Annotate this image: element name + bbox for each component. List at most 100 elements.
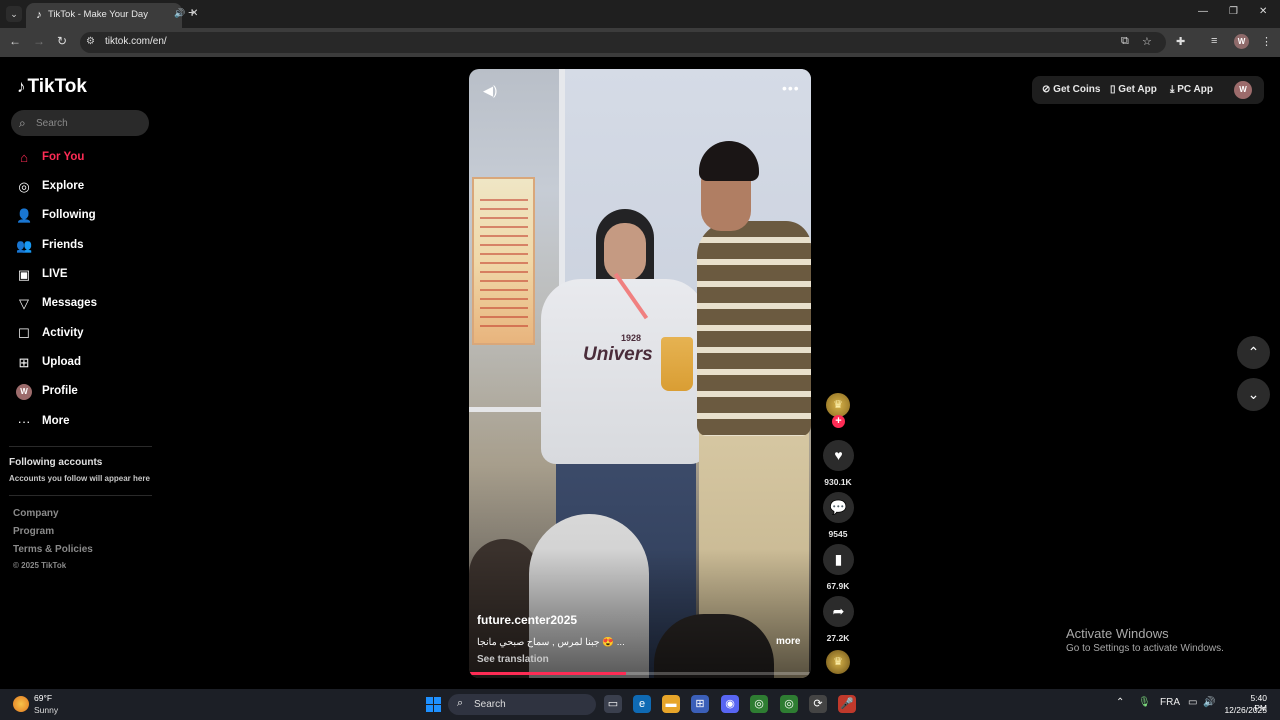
see-translation-link[interactable]: See translation	[477, 654, 549, 665]
share-button[interactable]: ➦	[823, 596, 854, 627]
address-bar[interactable]: ⚙ tiktok.com/en/	[80, 32, 1166, 53]
following-accounts-title: Following accounts	[9, 457, 103, 468]
weather-temperature[interactable]: 69°F	[34, 693, 52, 703]
tiktok-favicon-icon: ♪	[36, 9, 42, 21]
chrome-icon[interactable]: ◎	[750, 695, 768, 713]
previous-video-button[interactable]: ⌃	[1237, 336, 1270, 369]
upload-icon: ⊞	[18, 355, 30, 370]
share-icon: ➦	[832, 603, 845, 619]
tab-audio-icon[interactable]: 🔊	[174, 8, 185, 19]
edge-icon[interactable]: e	[633, 695, 651, 713]
windows-start-icon[interactable]	[426, 697, 441, 712]
download-icon: ⤓	[1170, 84, 1175, 95]
next-video-button[interactable]: ⌄	[1237, 378, 1270, 411]
weather-icon[interactable]	[13, 696, 29, 712]
sidebar-item-explore[interactable]: ◎ Explore	[16, 178, 146, 198]
browser-menu-icon[interactable]: ⋮	[1261, 35, 1272, 48]
store-icon[interactable]: ⊞	[691, 695, 709, 713]
sidebar-item-activity[interactable]: ☐ Activity	[16, 325, 146, 345]
task-view-icon[interactable]: ▭	[604, 695, 622, 713]
heart-icon: ♥	[834, 447, 843, 463]
browser-tab[interactable]: ♪ TikTok - Make Your Day 🔊 ✕	[26, 3, 198, 28]
browser-profile-avatar[interactable]: W	[1234, 34, 1249, 49]
footer-link-company[interactable]: Company	[13, 508, 59, 519]
bookmark-star-icon[interactable]: ☆	[1142, 35, 1152, 48]
footer-link-terms[interactable]: Terms & Policies	[13, 544, 93, 555]
messages-icon: ▽	[19, 296, 29, 311]
video-scene-poster	[472, 177, 535, 345]
taskbar-search-label: Search	[474, 699, 506, 710]
weather-description[interactable]: Sunny	[34, 705, 58, 715]
file-explorer-icon[interactable]: ▬	[662, 695, 680, 713]
sidebar-item-upload[interactable]: ⊞ Upload	[16, 354, 146, 374]
chevron-up-icon: ⌃	[1247, 344, 1260, 360]
sidebar-item-following[interactable]: 👤 Following	[16, 207, 146, 227]
taskbar-search[interactable]: ⌕ Search	[448, 694, 596, 715]
live-icon: ▣	[17, 267, 31, 282]
video-player[interactable]: 1928 Univers ◀) ••• future.center2025 جب…	[469, 69, 811, 678]
clock-date[interactable]: 12/26/2025	[1222, 705, 1267, 715]
network-icon[interactable]: ▭	[1188, 697, 1197, 708]
window-close-icon[interactable]: ✕	[1259, 6, 1267, 17]
discord-icon[interactable]: ◉	[721, 695, 739, 713]
chrome-profile-icon[interactable]: ◎	[780, 695, 798, 713]
comment-button[interactable]: 💬	[823, 492, 854, 523]
volume-tray-icon[interactable]: 🔊	[1203, 697, 1215, 708]
save-button[interactable]: ▮	[823, 544, 854, 575]
activate-windows-title: Activate Windows	[1066, 626, 1169, 641]
microphone-app-icon[interactable]: 🎤	[838, 695, 856, 713]
url-text[interactable]: tiktok.com/en/	[105, 36, 167, 47]
extensions-icon[interactable]: ✚	[1176, 35, 1185, 48]
video-author[interactable]: future.center2025	[477, 613, 577, 627]
avatar[interactable]: W	[1234, 81, 1252, 99]
phone-icon: ▯	[1110, 84, 1116, 95]
minimize-icon[interactable]: —	[1198, 6, 1208, 17]
get-app-label: Get App	[1118, 84, 1157, 95]
music-disc-icon[interactable]: ♛	[826, 650, 850, 674]
like-button[interactable]: ♥	[823, 440, 854, 471]
new-tab-button[interactable]: +	[188, 4, 196, 20]
top-right-actions: ⊘ Get Coins ▯ Get App ⤓ PC App W	[1032, 76, 1264, 104]
video-options-icon[interactable]: •••	[782, 80, 800, 96]
language-indicator[interactable]: FRA	[1160, 697, 1180, 708]
sidebar-divider	[9, 446, 152, 447]
pc-app-button[interactable]: ⤓ PC App	[1170, 84, 1213, 95]
tiktok-logo[interactable]: ♪ TikTok	[17, 76, 87, 98]
footer-link-program[interactable]: Program	[13, 526, 54, 537]
friends-icon: 👥	[16, 238, 33, 253]
tray-chevron-up-icon[interactable]: ⌃	[1116, 697, 1124, 708]
site-info-icon[interactable]: ⚙	[86, 36, 95, 47]
search-box[interactable]: ⌕	[11, 110, 149, 136]
reload-icon[interactable]: ↻	[57, 34, 67, 48]
restore-icon[interactable]: ❐	[1229, 6, 1238, 17]
back-icon[interactable]: ←	[9, 34, 21, 48]
get-coins-button[interactable]: ⊘ Get Coins	[1042, 84, 1100, 95]
volume-icon[interactable]: ◀)	[483, 83, 497, 99]
creator-avatar[interactable]: ♛	[826, 393, 850, 417]
app-icon[interactable]: ⟳	[809, 695, 827, 713]
sidebar-item-label: Upload	[42, 356, 81, 368]
forward-icon[interactable]: →	[33, 34, 45, 48]
get-app-button[interactable]: ▯ Get App	[1110, 84, 1157, 95]
juice-cup	[661, 337, 693, 391]
tab-search-button[interactable]: ⌄	[6, 6, 22, 22]
search-input[interactable]	[36, 114, 144, 132]
save-count: 67.9K	[826, 581, 850, 591]
follow-plus-icon[interactable]: +	[832, 415, 845, 428]
video-progress-bar[interactable]	[469, 672, 811, 675]
poster-lines	[480, 199, 528, 329]
sidebar-item-friends[interactable]: 👥 Friends	[16, 237, 146, 257]
sidebar-item-messages[interactable]: ▽ Messages	[16, 295, 146, 315]
sidebar-item-live[interactable]: ▣ LIVE	[16, 266, 146, 286]
sidebar-item-for-you[interactable]: ⌂ For You	[16, 149, 146, 169]
mic-tray-icon[interactable]: 🎙	[1138, 697, 1151, 708]
sidebar-item-profile[interactable]: W Profile	[16, 383, 146, 403]
media-control-icon[interactable]: ≡	[1211, 35, 1217, 47]
avatar: W	[16, 384, 32, 400]
copyright: © 2025 TikTok	[13, 561, 67, 570]
man-sweater	[697, 221, 811, 436]
sidebar-item-more[interactable]: ··· More	[16, 413, 146, 433]
caption-more-button[interactable]: more	[776, 636, 800, 647]
sidebar-item-label: Messages	[42, 297, 97, 309]
install-app-icon[interactable]: ⧉	[1121, 35, 1129, 48]
